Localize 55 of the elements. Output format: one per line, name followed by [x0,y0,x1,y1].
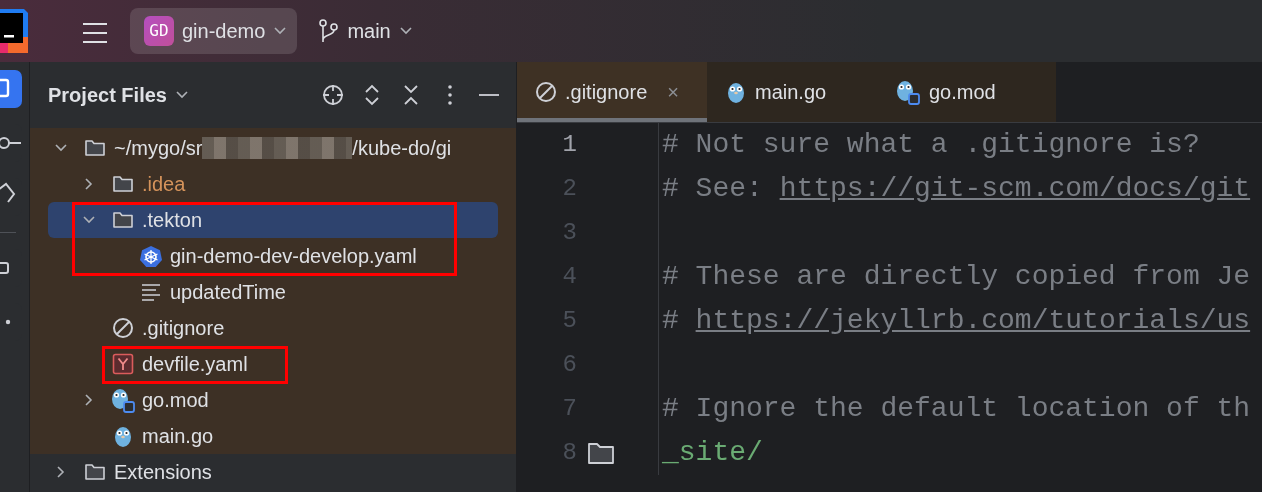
item-label: gin-demo-dev-develop.yaml [170,244,417,269]
ignore-icon [112,317,134,339]
locate-icon[interactable] [322,84,344,106]
tree-item[interactable]: main.go [48,418,498,454]
branch-selector[interactable]: main [313,16,419,46]
gopher-icon [112,424,134,448]
tree-item[interactable]: .gitignore [48,310,498,346]
project-badge: GD [144,16,174,46]
item-label: main.go [142,424,214,449]
item-label: go.mod [142,388,209,413]
editor-tab[interactable]: main.go [707,62,877,122]
tree-item[interactable]: .idea [48,166,498,202]
editor-tab[interactable]: .gitignore × [517,62,707,122]
tree-item[interactable]: go.mod [48,382,498,418]
code-line: _site/ [661,436,763,470]
line-number: 1 [561,130,577,160]
item-label: updatedTime [170,280,286,305]
code-line: # See: https://git-scm.com/docs/git [661,172,1251,206]
folder-icon [587,441,615,465]
close-tab-button[interactable]: × [667,77,679,107]
item-label: ~/mygo/sr [114,136,203,161]
folder-icon [84,138,106,158]
ignore-icon [535,81,557,103]
tree-item[interactable]: devfile.yaml [48,346,498,382]
item-label: .idea [142,172,186,197]
folder-icon [112,174,134,194]
item-label: devfile.yaml [142,352,248,377]
code-line: # Not sure what a .gitignore is? [661,128,1200,162]
text-file-icon [140,282,162,302]
item-label: .tekton [142,208,203,233]
code-line: # Ignore the default location of th [661,392,1251,426]
tree-item[interactable]: updatedTime [48,274,498,310]
gopher-icon [725,80,747,104]
folder-icon [112,210,134,230]
branch-name: main [347,19,391,44]
editor-tab[interactable]: go.mod [877,62,1047,122]
panel-title-dropdown[interactable]: Project Files [48,80,189,110]
code-line: # https://jekyllrb.com/tutorials/us [661,304,1251,338]
project-selector[interactable]: GD gin-demo [130,8,298,54]
gopher-module-icon [110,387,136,413]
project-name: gin-demo [182,19,266,44]
app-logo-icon[interactable] [0,7,28,55]
item-label: Extensions [114,460,212,485]
gopher-module-icon [895,79,921,105]
item-label: /kube-do/gi [352,136,452,161]
code-line: # These are directly copied from Je [661,260,1251,294]
wheel-icon [140,245,162,267]
tree-item[interactable]: ~/mygo/sr /kube-do/gi [48,130,498,166]
yaml-file-icon [112,353,134,375]
project-icon[interactable] [0,70,22,108]
menu-icon [82,21,108,44]
tree-item[interactable]: Extensions [48,454,498,490]
folder-icon [84,462,106,482]
item-label: .gitignore [142,316,225,341]
tree-item[interactable]: gin-demo-dev-develop.yaml [48,238,498,274]
